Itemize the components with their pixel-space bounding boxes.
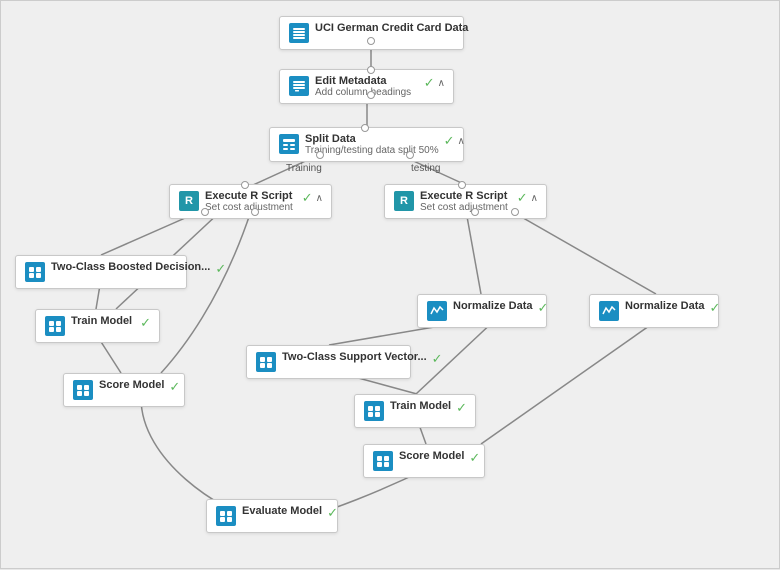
caret-icon-split[interactable]: ∧ (458, 136, 465, 147)
node-icon-normalize1 (426, 300, 448, 322)
node-normalize2[interactable]: Normalize Data ✓ (589, 294, 719, 328)
node-score-model1[interactable]: Score Model ✓ (63, 373, 185, 407)
port-split-top[interactable] (361, 124, 369, 132)
node-icon-normalize2 (598, 300, 620, 322)
node-train-model1-title: Train Model (71, 315, 135, 327)
node-uci-title: UCI German Credit Card Data (315, 22, 468, 34)
node-metadata-title: Edit Metadata (315, 75, 419, 87)
check-icon-score1: ✓ (169, 379, 180, 395)
node-score-model2-title: Score Model (399, 450, 464, 462)
node-train-model2[interactable]: Train Model ✓ (354, 394, 476, 428)
port-execr2-bottom-left[interactable] (471, 208, 479, 216)
node-svm-title: Two-Class Support Vector... (282, 351, 427, 363)
port-split-right-bottom[interactable] (406, 151, 414, 159)
node-normalize2-title: Normalize Data (625, 300, 704, 312)
check-icon-boosted: ✓ (215, 261, 226, 277)
node-icon-train2 (363, 400, 385, 422)
node-icon-evaluate (215, 505, 237, 527)
node-split[interactable]: Split Data Training/testing data split 5… (269, 127, 464, 162)
port-execr2-top[interactable] (458, 181, 466, 189)
check-icon-exec-r2: ✓ (517, 190, 528, 206)
check-icon-train2: ✓ (456, 400, 467, 416)
node-train-model1[interactable]: Train Model ✓ (35, 309, 160, 343)
check-icon-score2: ✓ (469, 450, 480, 466)
node-evaluate[interactable]: Evaluate Model ✓ (206, 499, 338, 533)
check-icon-normalize1: ✓ (537, 300, 548, 316)
port-execr1-bottom-left[interactable] (201, 208, 209, 216)
workflow-canvas: UCI German Credit Card Data Edit Metadat… (0, 0, 780, 569)
check-icon-metadata: ✓ (424, 75, 435, 91)
node-exec-r2[interactable]: R Execute R Script Set cost adjustment ✓… (384, 184, 547, 219)
node-metadata[interactable]: Edit Metadata Add column headings ✓ ∧ (279, 69, 454, 104)
node-icon-svm (255, 351, 277, 373)
label-training: Training (286, 163, 322, 174)
caret-icon-metadata[interactable]: ∧ (438, 78, 445, 89)
node-icon-uci (288, 22, 310, 44)
port-split-left-bottom[interactable] (316, 151, 324, 159)
node-split-title: Split Data (305, 133, 439, 145)
check-icon-split: ✓ (444, 133, 455, 149)
label-testing: testing (411, 163, 440, 174)
node-icon-metadata (288, 75, 310, 97)
node-score-model2[interactable]: Score Model ✓ (363, 444, 485, 478)
port-execr2-bottom-right[interactable] (511, 208, 519, 216)
node-icon-exec-r2: R (393, 190, 415, 212)
check-icon-normalize2: ✓ (709, 300, 720, 316)
port-execr1-bottom-right[interactable] (251, 208, 259, 216)
node-normalize1-title: Normalize Data (453, 300, 532, 312)
node-evaluate-title: Evaluate Model (242, 505, 322, 517)
node-exec-r2-subtitle: Set cost adjustment (420, 202, 512, 213)
node-icon-score2 (372, 450, 394, 472)
node-two-class-boosted-title: Two-Class Boosted Decision... (51, 261, 210, 273)
node-icon-score1 (72, 379, 94, 401)
check-icon-svm: ✓ (432, 351, 443, 367)
check-icon-train1: ✓ (140, 315, 151, 331)
caret-icon-exec-r2[interactable]: ∧ (531, 193, 538, 204)
node-icon-split (278, 133, 300, 155)
port-execr1-top[interactable] (241, 181, 249, 189)
port-metadata-bottom[interactable] (367, 91, 375, 99)
node-icon-exec-r1: R (178, 190, 200, 212)
node-score-model1-title: Score Model (99, 379, 164, 391)
node-normalize1[interactable]: Normalize Data ✓ (417, 294, 547, 328)
node-two-class-svm[interactable]: Two-Class Support Vector... ✓ (246, 345, 411, 379)
node-train-model2-title: Train Model (390, 400, 451, 412)
check-icon-evaluate: ✓ (327, 505, 338, 521)
node-two-class-boosted[interactable]: Two-Class Boosted Decision... ✓ (15, 255, 187, 289)
port-metadata-top[interactable] (367, 66, 375, 74)
check-icon-exec-r1: ✓ (302, 190, 313, 206)
node-icon-two-class-boosted (24, 261, 46, 283)
node-exec-r1-title: Execute R Script (205, 190, 297, 202)
caret-icon-exec-r1[interactable]: ∧ (316, 193, 323, 204)
node-icon-train1 (44, 315, 66, 337)
node-exec-r2-title: Execute R Script (420, 190, 512, 202)
port-uci-bottom[interactable] (367, 37, 375, 45)
node-split-subtitle: Training/testing data split 50% (305, 145, 439, 156)
